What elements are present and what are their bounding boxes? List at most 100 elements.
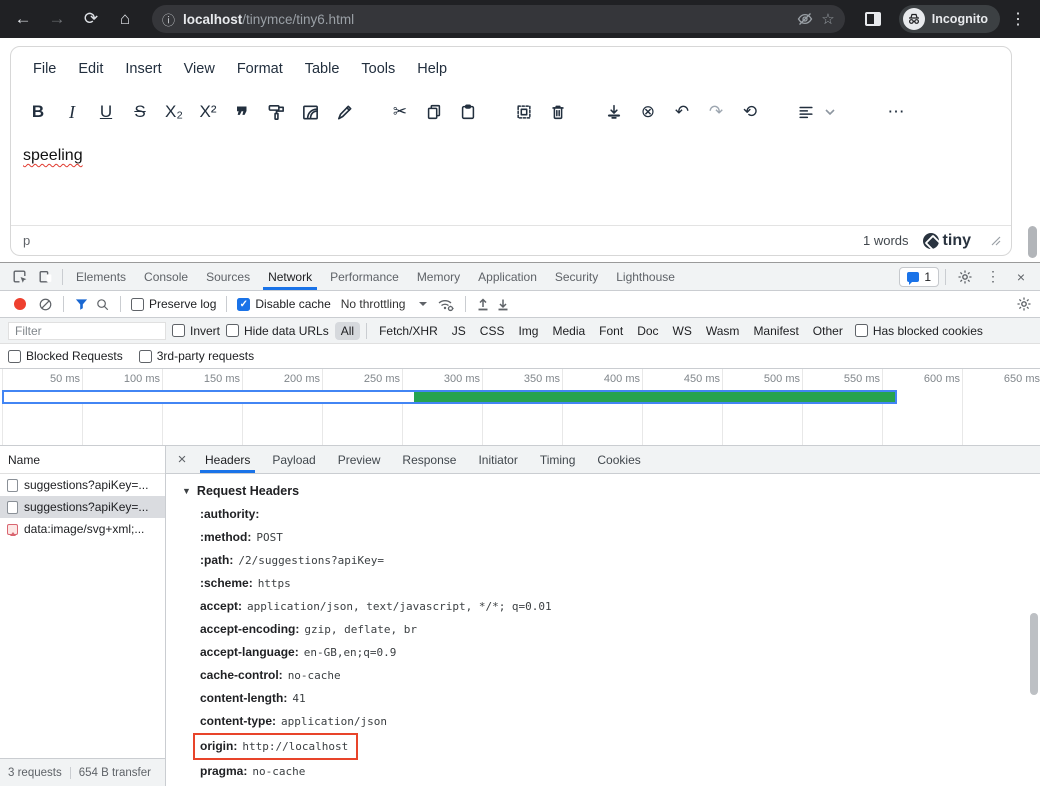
site-info-icon[interactable]: ⓘ	[162, 10, 175, 29]
issues-button[interactable]: 1	[899, 267, 939, 287]
undo-icon[interactable]: ↶	[665, 97, 699, 127]
record-button[interactable]	[14, 298, 26, 310]
url-text[interactable]: localhost/tinymce/tiny6.html	[183, 12, 789, 27]
incognito-badge[interactable]: Incognito	[899, 5, 1000, 33]
cut-icon[interactable]: ✂	[383, 97, 417, 127]
align-dropdown[interactable]	[789, 97, 835, 127]
detail-tab-cookies[interactable]: Cookies	[586, 446, 651, 473]
format-painter-icon[interactable]	[259, 97, 293, 127]
filter-type-all[interactable]: All	[335, 322, 360, 340]
invert-checkbox[interactable]: Invert	[172, 324, 220, 338]
throttling-dropdown[interactable]: No throttling	[337, 297, 432, 311]
search-icon[interactable]	[95, 297, 110, 312]
tab-network[interactable]: Network	[259, 263, 321, 290]
copy-icon[interactable]	[417, 97, 451, 127]
filter-type-media[interactable]: Media	[546, 322, 591, 340]
tab-sources[interactable]: Sources	[197, 263, 259, 290]
filter-type-font[interactable]: Font	[593, 322, 629, 340]
browser-menu-icon[interactable]: ⋮	[1004, 9, 1032, 29]
paste-icon[interactable]	[451, 97, 485, 127]
request-headers-section[interactable]: ▼ Request Headers	[182, 484, 1040, 498]
bookmark-star-icon[interactable]: ☆	[821, 10, 834, 28]
delete-icon[interactable]	[541, 97, 575, 127]
page-scrollbar[interactable]	[1028, 226, 1037, 258]
tiny-logo[interactable]: tiny	[923, 232, 971, 250]
inspect-element-icon[interactable]	[6, 265, 32, 289]
request-row-selected[interactable]: suggestions?apiKey=...	[0, 496, 165, 518]
filter-type-manifest[interactable]: Manifest	[747, 322, 804, 340]
third-party-requests-checkbox[interactable]: 3rd-party requests	[139, 349, 254, 363]
tab-lighthouse[interactable]: Lighthouse	[607, 263, 684, 290]
detail-tab-response[interactable]: Response	[391, 446, 467, 473]
eye-off-icon[interactable]	[797, 11, 813, 27]
save-icon[interactable]	[597, 97, 631, 127]
permanent-pen-icon[interactable]	[327, 97, 361, 127]
url-bar[interactable]: ⓘ localhost/tinymce/tiny6.html ☆	[152, 5, 845, 33]
filter-type-fetch-xhr[interactable]: Fetch/XHR	[373, 322, 444, 340]
detail-tab-headers[interactable]: Headers	[194, 446, 261, 473]
filter-type-doc[interactable]: Doc	[631, 322, 664, 340]
filter-type-img[interactable]: Img	[512, 322, 544, 340]
bold-button[interactable]: B	[21, 97, 55, 127]
menu-item-table[interactable]: Table	[295, 55, 350, 83]
tab-security[interactable]: Security	[546, 263, 607, 290]
export-har-icon[interactable]	[496, 297, 510, 312]
menu-item-format[interactable]: Format	[227, 55, 293, 83]
filter-type-wasm[interactable]: Wasm	[700, 322, 746, 340]
detail-close-icon[interactable]: ×	[170, 451, 194, 468]
detail-tab-initiator[interactable]: Initiator	[467, 446, 528, 473]
request-row[interactable]: suggestions?apiKey=...	[0, 474, 165, 496]
italic-button[interactable]: I	[55, 97, 89, 127]
request-list-header[interactable]: Name	[0, 446, 165, 474]
network-conditions-icon[interactable]	[437, 297, 455, 312]
cancel-icon[interactable]: ⊗	[631, 97, 665, 127]
devtools-menu-icon[interactable]: ⋮	[980, 265, 1006, 289]
tab-console[interactable]: Console	[135, 263, 197, 290]
element-path[interactable]: p	[23, 233, 30, 248]
filter-type-js[interactable]: JS	[446, 322, 472, 340]
hide-data-urls-checkbox[interactable]: Hide data URLs	[226, 324, 329, 338]
misspelled-word[interactable]: speeling	[23, 147, 83, 164]
filter-type-ws[interactable]: WS	[667, 322, 698, 340]
menu-item-tools[interactable]: Tools	[351, 55, 405, 83]
side-panel-icon[interactable]	[865, 12, 881, 26]
tab-memory[interactable]: Memory	[408, 263, 469, 290]
detail-tab-payload[interactable]: Payload	[261, 446, 326, 473]
filter-funnel-icon[interactable]	[74, 297, 89, 311]
align-left-icon[interactable]	[789, 97, 823, 127]
blockquote-button[interactable]: ❞	[225, 97, 259, 127]
menu-item-file[interactable]: File	[23, 55, 66, 83]
request-row[interactable]: data:image/svg+xml;...	[0, 518, 165, 540]
reload-icon[interactable]: ⟳	[76, 4, 106, 34]
filter-input[interactable]	[8, 322, 166, 340]
tab-performance[interactable]: Performance	[321, 263, 408, 290]
menu-item-help[interactable]: Help	[407, 55, 457, 83]
disclosure-triangle-icon[interactable]: ▼	[182, 486, 191, 496]
devtools-close-icon[interactable]: ×	[1008, 265, 1034, 289]
detail-tab-preview[interactable]: Preview	[327, 446, 392, 473]
has-blocked-cookies-checkbox[interactable]: Has blocked cookies	[855, 324, 983, 338]
import-har-icon[interactable]	[476, 297, 490, 312]
detail-scrollbar[interactable]	[1030, 613, 1038, 695]
resize-grip-icon[interactable]	[991, 236, 1001, 246]
filter-type-css[interactable]: CSS	[474, 322, 511, 340]
underline-button[interactable]: U	[89, 97, 123, 127]
editor-content[interactable]: speeling	[11, 133, 1011, 225]
preserve-log-checkbox[interactable]: Preserve log	[131, 297, 216, 311]
superscript-button[interactable]: X²	[191, 97, 225, 127]
tab-application[interactable]: Application	[469, 263, 546, 290]
clear-icon[interactable]	[38, 297, 53, 312]
home-icon[interactable]: ⌂	[110, 4, 140, 34]
tab-elements[interactable]: Elements	[67, 263, 135, 290]
more-toolbar-icon[interactable]: ⋯	[879, 97, 913, 127]
back-icon[interactable]: ←	[8, 4, 38, 34]
edit-image-icon[interactable]	[293, 97, 327, 127]
disable-cache-checkbox[interactable]: ✓ Disable cache	[237, 297, 330, 311]
device-toolbar-icon[interactable]	[32, 265, 58, 289]
restore-draft-icon[interactable]: ⟲	[733, 97, 767, 127]
filter-type-other[interactable]: Other	[807, 322, 849, 340]
settings-gear-icon[interactable]	[952, 265, 978, 289]
menu-item-view[interactable]: View	[174, 55, 225, 83]
subscript-button[interactable]: X₂	[157, 97, 191, 127]
detail-tab-timing[interactable]: Timing	[529, 446, 587, 473]
